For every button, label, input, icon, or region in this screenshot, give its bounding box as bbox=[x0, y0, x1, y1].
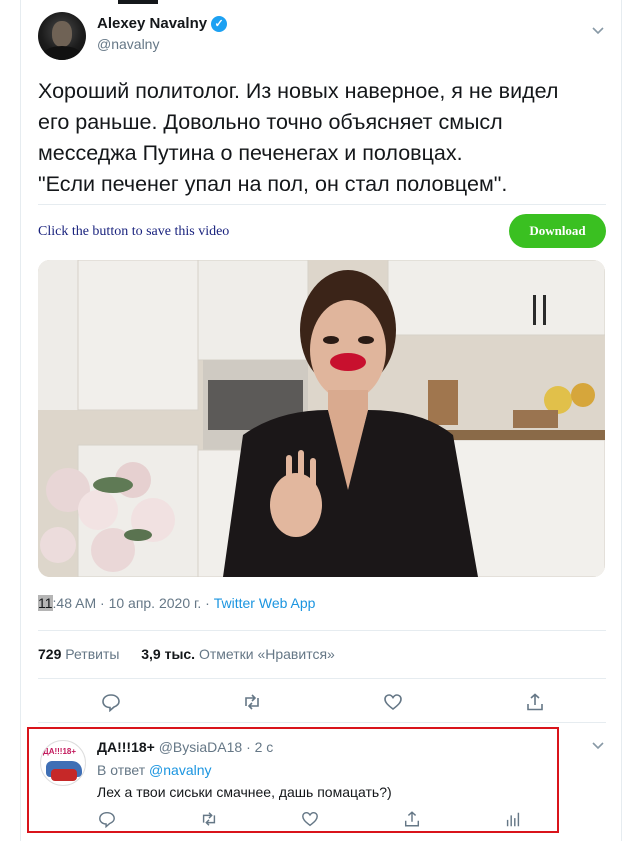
retweet-icon[interactable] bbox=[242, 692, 262, 712]
timestamp-text[interactable]: :48 AM · 10 апр. 2020 г. · bbox=[53, 595, 214, 611]
verified-badge-icon: ✓ bbox=[211, 15, 228, 32]
stats-divider-top bbox=[38, 630, 606, 631]
like-label[interactable]: Отметки «Нравится» bbox=[199, 646, 335, 662]
author-name[interactable]: Alexey Navalny bbox=[97, 15, 207, 32]
chevron-down-icon[interactable] bbox=[591, 24, 605, 38]
reply-divider bbox=[38, 722, 606, 723]
tweet-text-line: Хороший политолог. Из новых наверное, я … bbox=[38, 79, 559, 103]
retweet-icon[interactable] bbox=[200, 810, 218, 828]
avatar-shoulders bbox=[42, 46, 82, 60]
analytics-icon[interactable] bbox=[504, 810, 522, 828]
cropped-header-fragment bbox=[118, 0, 158, 4]
share-icon[interactable] bbox=[525, 692, 545, 712]
like-icon[interactable] bbox=[383, 692, 403, 712]
like-icon[interactable] bbox=[301, 810, 319, 828]
tweet-stats: 729 Ретвиты 3,9 тыс. Отметки «Нравится» bbox=[38, 646, 335, 662]
timestamp-highlighted[interactable]: 11 bbox=[38, 595, 53, 611]
reply-to-mention[interactable]: @navalny bbox=[149, 762, 211, 778]
reply-time[interactable]: · 2 с bbox=[246, 739, 273, 755]
author-handle[interactable]: @navalny bbox=[97, 36, 159, 52]
retweet-count[interactable]: 729 bbox=[38, 646, 61, 662]
like-count[interactable]: 3,9 тыс. bbox=[141, 646, 195, 662]
source-app-link[interactable]: Twitter Web App bbox=[214, 595, 316, 611]
reply-author-handle[interactable]: @BysiaDA18 bbox=[159, 739, 242, 755]
reply-text: Лех а твои сиськи смачнее, дашь помацать… bbox=[97, 784, 392, 800]
reply-icon[interactable] bbox=[101, 692, 121, 712]
reply-header: ДА!!!18+ @BysiaDA18 · 2 с bbox=[97, 739, 273, 755]
author-name-row: Alexey Navalny ✓ bbox=[97, 15, 228, 32]
promo-text: Click the button to save this video bbox=[38, 224, 230, 239]
tweet-text-line: его раньше. Довольно точно объясняет смы… bbox=[38, 110, 503, 134]
tweet-text-line: месседжа Путина о печенегах и половцах. bbox=[38, 141, 463, 165]
tweet-text: Хороший политолог. Из новых наверное, я … bbox=[38, 76, 608, 200]
reply-author-name[interactable]: ДА!!!18+ bbox=[97, 739, 155, 755]
chevron-down-icon[interactable] bbox=[591, 739, 605, 753]
reply-to-line: В ответ @navalny bbox=[97, 762, 212, 778]
avatar-lettering: ДА!!!18+ bbox=[43, 747, 77, 756]
tweet-timestamp: 11:48 AM · 10 апр. 2020 г. · Twitter Web… bbox=[38, 595, 315, 611]
video-frame bbox=[38, 260, 605, 577]
retweet-label[interactable]: Ретвиты bbox=[65, 646, 119, 662]
tweet-text-line: "Если печенег упал на пол, он стал полов… bbox=[38, 172, 508, 196]
author-avatar[interactable] bbox=[38, 12, 86, 60]
tweet-header: Alexey Navalny ✓ @navalny bbox=[38, 12, 608, 62]
reply-icon[interactable] bbox=[98, 810, 116, 828]
avatar-face bbox=[52, 21, 72, 47]
reply-to-prefix: В ответ bbox=[97, 762, 146, 778]
share-icon[interactable] bbox=[403, 810, 421, 828]
avatar-car-shape bbox=[51, 769, 77, 781]
video-player[interactable] bbox=[38, 260, 605, 577]
download-button[interactable]: Download bbox=[509, 214, 606, 248]
stats-divider-bottom bbox=[38, 678, 606, 679]
promo-divider bbox=[38, 204, 606, 205]
reply-author-avatar[interactable]: ДА!!!18+ bbox=[40, 740, 86, 786]
